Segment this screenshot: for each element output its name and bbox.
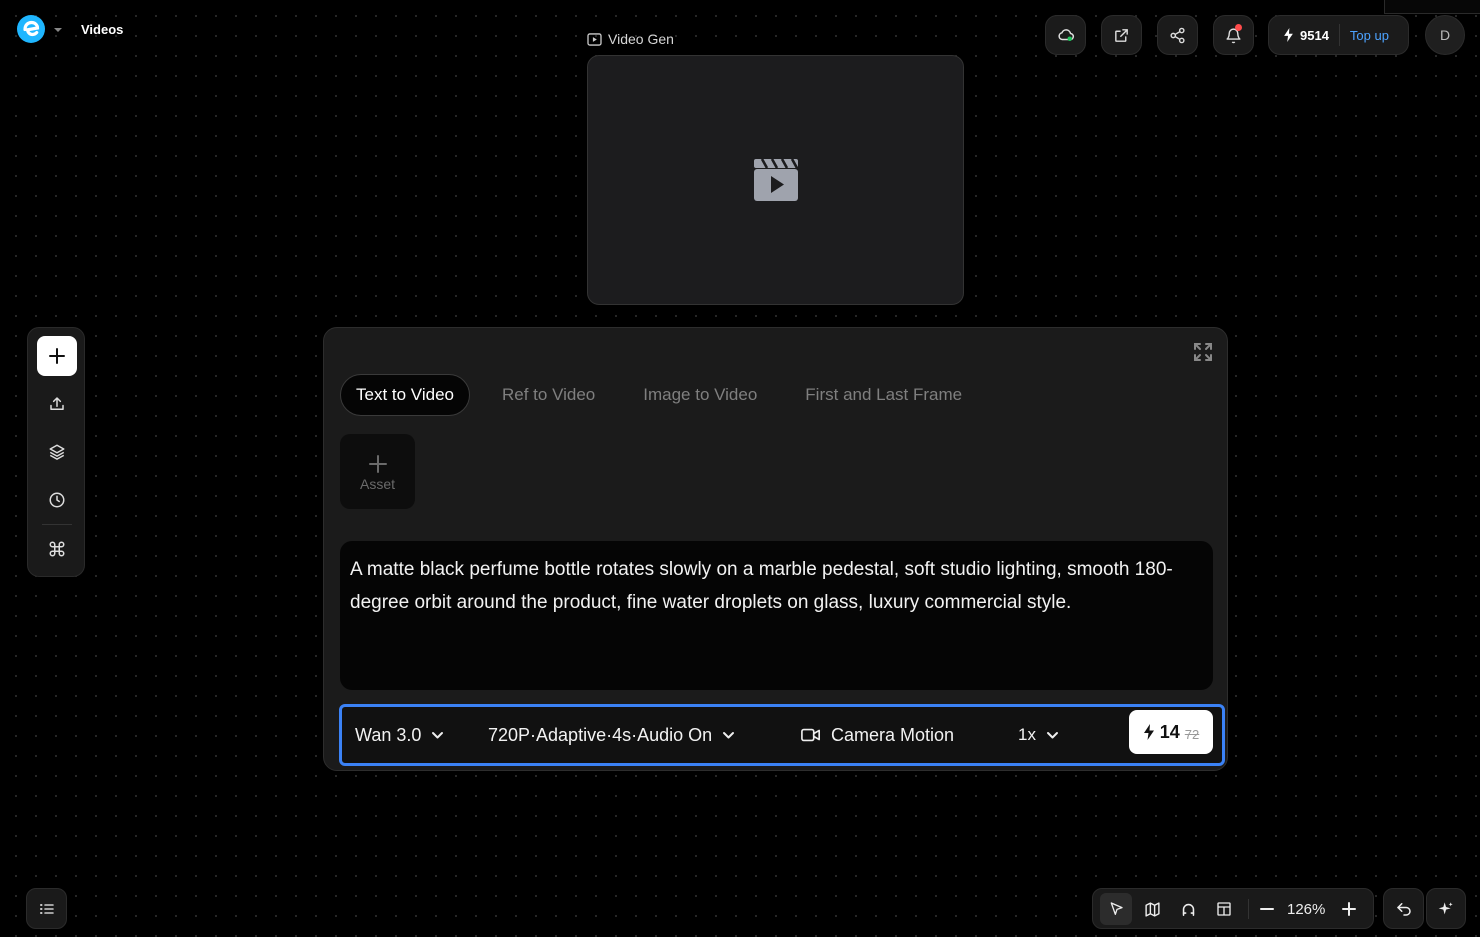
avatar[interactable]: D [1425,15,1465,55]
left-toolbar [27,327,85,577]
layout-icon [1216,901,1232,917]
generation-panel: Text to Video Ref to Video Image to Vide… [323,327,1228,771]
notifications-button[interactable] [1213,15,1254,55]
outline-button[interactable] [26,888,67,929]
canvas-toolbar: 126% [1092,888,1374,929]
top-strip [1384,0,1480,14]
expand-button[interactable] [1193,342,1213,362]
chevron-down-icon [431,731,444,740]
upload-button[interactable] [37,384,77,424]
chevron-down-icon[interactable] [53,26,63,34]
original-cost: 72 [1184,726,1200,742]
command-icon [48,540,66,558]
pointer-icon [1108,901,1124,917]
model-select[interactable]: Wan 3.0 [355,707,444,763]
video-node-card[interactable] [587,55,964,305]
tab-ref-to-video[interactable]: Ref to Video [486,374,611,416]
minus-icon [1259,901,1275,917]
prompt-input[interactable]: A matte black perfume bottle rotates slo… [340,541,1213,690]
cost-value: 14 [1159,721,1180,742]
expand-icon [1193,342,1213,362]
settings-value: 720P·Adaptive·4s·Audio On [488,724,713,745]
quantity-value: 1x [1018,725,1036,744]
credits-widget: 9514 Top up [1268,15,1409,55]
layout-tool[interactable] [1208,893,1240,925]
plus-icon [1341,901,1357,917]
history-icon [48,491,66,509]
add-node-button[interactable] [37,336,77,376]
plus-icon [368,454,388,474]
ai-assist-button[interactable] [1426,888,1466,929]
undo-button[interactable] [1383,888,1424,929]
node-label: Video Gen [587,31,674,47]
asset-label: Asset [359,475,395,492]
video-camera-icon [801,727,821,743]
camera-motion-label: Camera Motion [831,724,955,745]
notification-dot [1235,24,1242,31]
plus-icon [48,347,66,365]
tab-image-to-video[interactable]: Image to Video [627,374,773,416]
credits-count: 9514 [1300,27,1329,43]
divider [1248,899,1249,919]
generation-controls: Wan 3.0 720P·Adaptive·4s·Audio On Camera… [339,704,1225,766]
cloud-sync-button[interactable] [1045,15,1086,55]
divider [42,524,72,525]
shortcuts-button[interactable] [37,529,77,569]
generate-button[interactable]: 14 72 [1129,710,1213,754]
tab-text-to-video[interactable]: Text to Video [340,374,470,416]
layers-icon [48,443,66,461]
mode-tabs: Text to Video Ref to Video Image to Vide… [340,374,994,416]
lightning-icon [1143,724,1155,740]
external-link-icon [1113,27,1130,44]
video-icon [587,32,602,46]
divider [1338,24,1340,46]
quantity-select[interactable]: 1x [1018,707,1059,763]
magnet-icon [1180,901,1197,918]
share-button[interactable] [1157,15,1198,55]
open-external-button[interactable] [1101,15,1142,55]
map-icon [1144,901,1161,918]
undo-icon [1395,900,1413,918]
chevron-down-icon [1046,731,1059,740]
model-value: Wan 3.0 [355,724,422,745]
app-title: Videos [81,22,124,37]
chevron-down-icon [722,731,735,740]
layers-button[interactable] [37,432,77,472]
history-button[interactable] [37,480,77,520]
zoom-out-button[interactable] [1251,893,1283,925]
camera-motion-button[interactable]: Camera Motion [801,707,954,763]
add-asset-button[interactable]: Asset [340,434,415,509]
cloud-icon [1057,26,1075,44]
top-up-button[interactable]: Top up [1350,28,1389,43]
tab-first-and-last-frame[interactable]: First and Last Frame [789,374,978,416]
node-title: Video Gen [608,31,674,47]
upload-icon [48,395,66,413]
lightning-icon [1283,28,1294,42]
clapperboard-play-icon [753,159,798,201]
share-icon [1169,27,1186,44]
app-logo-icon[interactable] [16,14,46,44]
magnet-tool[interactable] [1172,893,1204,925]
map-tool[interactable] [1136,893,1168,925]
pointer-tool[interactable] [1100,893,1132,925]
settings-select[interactable]: 720P·Adaptive·4s·Audio On [488,707,735,763]
zoom-level: 126% [1287,901,1326,918]
zoom-in-button[interactable] [1333,893,1365,925]
sparkle-icon [1438,901,1454,917]
list-icon [39,902,55,916]
